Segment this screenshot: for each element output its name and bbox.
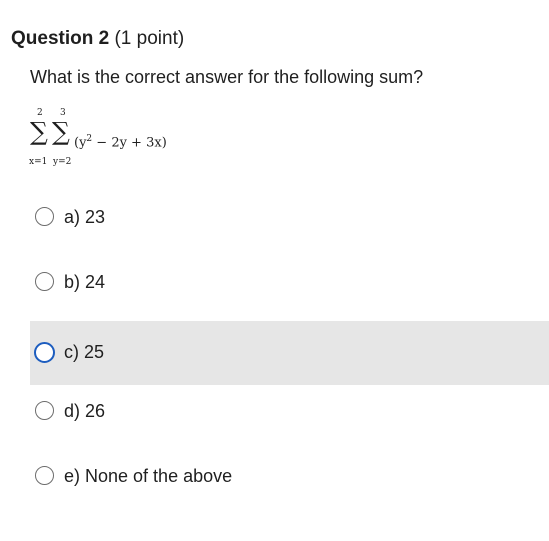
radio-button-d[interactable]: [35, 401, 54, 420]
radio-button-b[interactable]: [35, 272, 54, 291]
outer-sigma-symbol: ∑: [30, 117, 48, 146]
answer-label-d[interactable]: d) 26: [64, 400, 105, 422]
answer-option-c[interactable]: c) 25: [30, 321, 549, 385]
radio-button-a[interactable]: [35, 207, 54, 226]
radio-button-e[interactable]: [35, 466, 54, 485]
answer-label-e[interactable]: e) None of the above: [64, 465, 232, 487]
answer-label-c[interactable]: c) 25: [64, 341, 104, 363]
question-header: Question 2 (1 point): [11, 27, 184, 51]
summand-prefix: (y: [74, 135, 87, 151]
answer-label-b[interactable]: b) 24: [64, 271, 105, 293]
answer-option-e[interactable]: e) None of the above: [30, 445, 549, 509]
inner-sum-lower-limit: y=2: [53, 157, 72, 167]
answer-label-a[interactable]: a) 23: [64, 206, 105, 228]
outer-sum-lower-limit: x=1: [29, 157, 48, 167]
double-sum-formula: 2 ∑ x=1 3 ∑ y=2 (y2 − 2y + 3x): [28, 108, 208, 170]
answer-option-a[interactable]: a) 23: [30, 186, 549, 250]
question-title: Question 2: [11, 28, 110, 49]
answer-option-d[interactable]: d) 26: [30, 380, 549, 444]
question-points: (1 point): [114, 28, 185, 49]
inner-sigma-symbol: ∑: [52, 117, 70, 146]
answer-option-b[interactable]: b) 24: [30, 251, 549, 315]
summand-suffix: − 2y + 3x): [92, 135, 167, 151]
question-prompt: What is the correct answer for the follo…: [30, 67, 424, 87]
radio-button-c[interactable]: [34, 342, 55, 363]
summand-expression: (y2 − 2y + 3x): [74, 131, 167, 151]
